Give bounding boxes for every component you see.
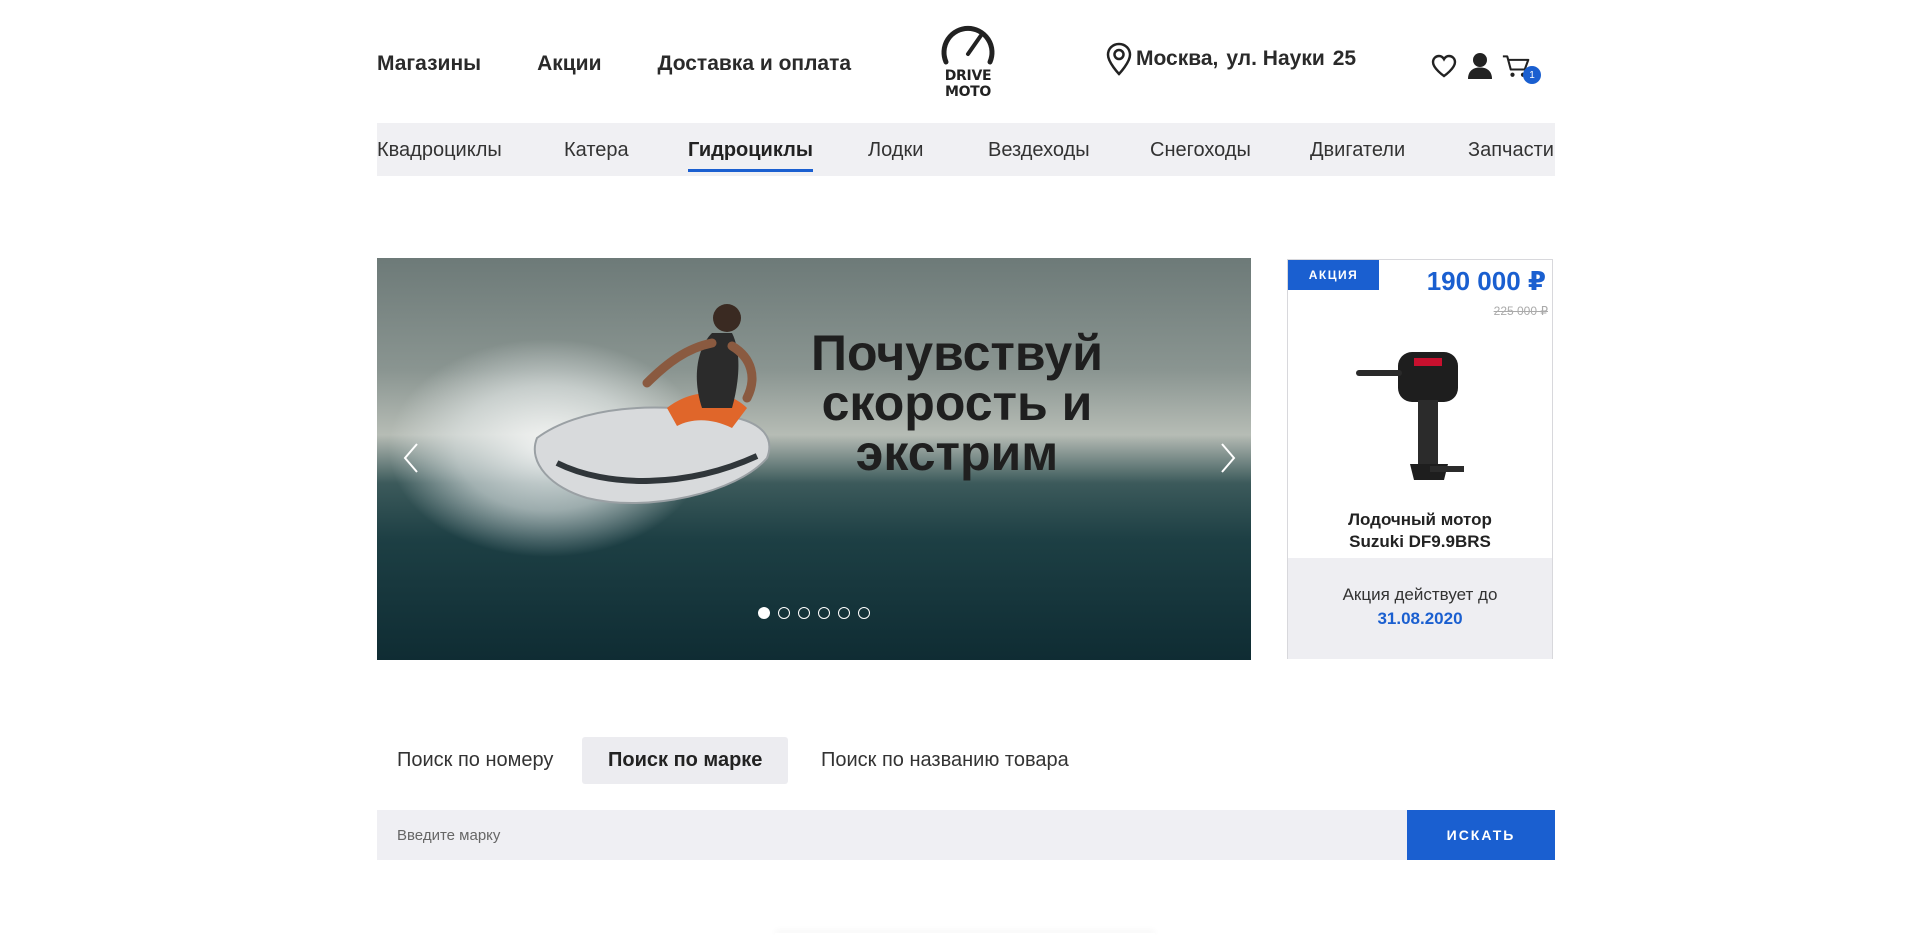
promo-price: 190 000 ₽ xyxy=(1426,266,1546,296)
search-button[interactable]: ИСКАТЬ xyxy=(1407,810,1555,860)
promo-footer: Акция действует до 31.08.2020 xyxy=(1288,558,1552,659)
category-atv[interactable]: Вездеходы xyxy=(988,139,1090,162)
logo[interactable]: DRIVE MOTO xyxy=(925,22,1011,100)
nav-link-promotions[interactable]: Акции xyxy=(537,52,601,76)
hero-banner: Почувствуй скорость и экстрим xyxy=(377,258,1251,660)
promo-valid-date: 31.08.2020 xyxy=(1377,609,1463,628)
heart-icon xyxy=(1431,54,1457,78)
slider-dot[interactable] xyxy=(838,607,850,619)
category-quad[interactable]: Квадроциклы xyxy=(377,139,502,162)
outboard-motor-image xyxy=(1356,352,1464,480)
store-address[interactable]: Москва, ул. Науки 25 xyxy=(1106,42,1356,76)
top-nav: Магазины Акции Доставка и оплата xyxy=(377,52,851,76)
address-number: 25 xyxy=(1332,47,1357,70)
address-street: ул. Науки xyxy=(1226,47,1325,70)
nav-link-stores[interactable]: Магазины xyxy=(377,52,481,76)
category-bar: Квадроциклы Катера Гидроциклы Лодки Везд… xyxy=(377,123,1555,176)
cart-button[interactable]: 1 xyxy=(1502,52,1541,84)
slider-dot[interactable] xyxy=(818,607,830,619)
banner-title-line-1: Почувствуй xyxy=(811,325,1103,381)
promo-product-name-line-2: Suzuki DF9.9BRS xyxy=(1349,532,1491,551)
user-icon xyxy=(1468,53,1492,79)
search-row: ИСКАТЬ xyxy=(377,810,1555,860)
category-jetski[interactable]: Гидроциклы xyxy=(688,139,813,172)
location-pin-icon xyxy=(1106,42,1132,76)
promo-valid-text: Акция действует до xyxy=(1342,585,1498,604)
category-engines[interactable]: Двигатели xyxy=(1310,139,1405,162)
slider-dot[interactable] xyxy=(778,607,790,619)
logo-text: DRIVE MOTO xyxy=(944,68,992,100)
tab-search-by-number[interactable]: Поиск по номеру xyxy=(397,737,553,784)
cart-count-badge: 1 xyxy=(1523,66,1541,84)
account-button[interactable] xyxy=(1466,52,1494,80)
chevron-left-icon[interactable] xyxy=(397,438,427,478)
slider-dots xyxy=(758,607,870,619)
category-snowmobiles[interactable]: Снегоходы xyxy=(1150,139,1251,162)
promo-product-name: Лодочный мотор Suzuki DF9.9BRS xyxy=(1288,509,1552,553)
promo-card[interactable]: АКЦИЯ 190 000 ₽ 225 000 ₽ Лодочный мотор… xyxy=(1287,259,1553,659)
favorites-button[interactable] xyxy=(1430,52,1458,80)
chevron-right-icon[interactable] xyxy=(1212,438,1242,478)
promo-old-price: 225 000 ₽ xyxy=(1493,304,1548,318)
category-parts[interactable]: Запчасти xyxy=(1468,139,1554,162)
category-boats-motor[interactable]: Катера xyxy=(564,139,629,162)
banner-title: Почувствуй скорость и экстрим xyxy=(767,328,1147,478)
search-tabs: Поиск по номеру Поиск по марке Поиск по … xyxy=(377,737,1277,784)
user-actions: 1 xyxy=(1430,52,1541,84)
slider-dot[interactable] xyxy=(758,607,770,619)
address-city: Москва, xyxy=(1136,47,1219,70)
category-boats[interactable]: Лодки xyxy=(868,139,923,162)
promo-product-name-line-1: Лодочный мотор xyxy=(1348,510,1492,529)
header: Магазины Акции Доставка и оплата DRIVE M… xyxy=(377,0,1555,120)
slider-dot[interactable] xyxy=(858,607,870,619)
nav-link-delivery[interactable]: Доставка и оплата xyxy=(657,52,851,76)
speedometer-icon xyxy=(941,25,995,65)
promo-badge: АКЦИЯ xyxy=(1288,260,1379,290)
brand-search-input[interactable] xyxy=(377,810,1407,860)
banner-title-line-2: скорость и xyxy=(821,375,1093,431)
tab-search-by-brand[interactable]: Поиск по марке xyxy=(582,737,789,784)
banner-title-line-3: экстрим xyxy=(855,425,1059,481)
slider-dot[interactable] xyxy=(798,607,810,619)
tab-search-by-name[interactable]: Поиск по названию товара xyxy=(821,737,1069,784)
